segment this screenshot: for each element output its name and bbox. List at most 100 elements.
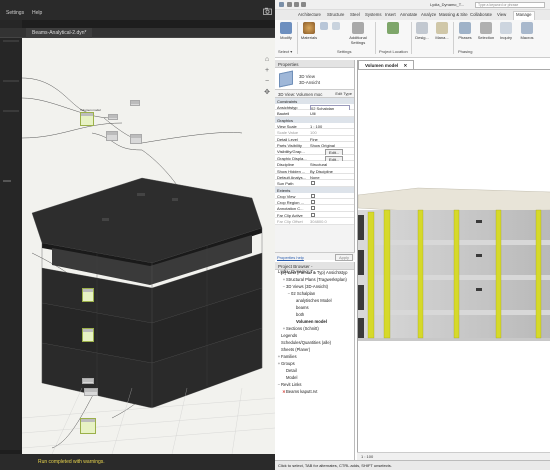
phases-button[interactable]: Phases bbox=[456, 22, 474, 40]
browser-item[interactable]: +Structural Plans (Tragwerksplan) bbox=[275, 277, 354, 284]
location-button[interactable] bbox=[378, 22, 408, 35]
tab-steel[interactable]: Steel bbox=[350, 12, 360, 17]
crop-view-checkbox[interactable] bbox=[311, 193, 315, 198]
node[interactable] bbox=[82, 288, 94, 302]
node[interactable] bbox=[82, 328, 94, 342]
view-tab[interactable]: Volumen model ✕ bbox=[358, 60, 415, 69]
browser-item[interactable]: −02 Schalplan bbox=[275, 291, 354, 298]
browser-item-label: 02 Schalplan bbox=[291, 291, 316, 296]
browser-item[interactable]: Sheets (Planer) bbox=[275, 347, 354, 354]
window-title: Lydia_Dynamo_T... bbox=[430, 2, 465, 7]
selection-button[interactable]: Selection bbox=[476, 22, 496, 40]
model-view[interactable]: Volumen model ✕ bbox=[357, 60, 550, 460]
tab-massing-site[interactable]: Massing & Site bbox=[439, 12, 468, 17]
tab-manage[interactable]: Manage bbox=[513, 11, 535, 20]
prop-row: Sun Path bbox=[275, 180, 354, 187]
design-options-button[interactable]: Desig... bbox=[413, 22, 431, 40]
view-scale[interactable]: 1 : 100 bbox=[361, 454, 373, 459]
manage-label: Mana... bbox=[435, 35, 449, 40]
menu-settings[interactable]: Settings bbox=[6, 10, 24, 16]
search-input[interactable]: Type a keyword or phrase bbox=[475, 2, 545, 8]
node[interactable] bbox=[108, 114, 118, 120]
modify-button[interactable]: Modify bbox=[278, 22, 294, 40]
close-icon[interactable]: ✕ bbox=[403, 63, 407, 68]
home-icon[interactable]: ⌂ bbox=[263, 56, 271, 64]
snaps-button[interactable] bbox=[331, 22, 341, 31]
far-clip-checkbox[interactable] bbox=[311, 212, 315, 217]
browser-item[interactable]: −Revit Links bbox=[275, 382, 354, 389]
inquiry-button[interactable]: Inquiry bbox=[497, 22, 515, 40]
node[interactable] bbox=[84, 388, 98, 396]
materials-icon bbox=[303, 22, 315, 34]
ribbon-panel: Modify Materials Additional Settings Des… bbox=[275, 20, 550, 58]
zoom-out-icon[interactable]: − bbox=[263, 78, 271, 86]
tab-analyze[interactable]: Analyze bbox=[421, 12, 436, 17]
browser-tree: −[o] View (Familie & Typ) Ansichtstyp +St… bbox=[275, 270, 354, 396]
browser-item-label: Beams kaputt.rvt bbox=[286, 389, 318, 394]
building-preview bbox=[31, 177, 263, 409]
zoom-in-icon[interactable]: + bbox=[263, 67, 271, 75]
library-item[interactable] bbox=[3, 40, 19, 42]
manage-project-button[interactable]: Mana... bbox=[433, 22, 451, 40]
instance-selector[interactable]: 3D View: Volumen moc Edit Type bbox=[275, 90, 354, 98]
tab-insert[interactable]: Insert bbox=[385, 12, 396, 17]
undo-icon[interactable] bbox=[301, 2, 306, 7]
node[interactable] bbox=[82, 378, 94, 384]
browser-item[interactable]: both bbox=[275, 312, 354, 319]
type-selector[interactable]: 3D View 3D-Ansicht bbox=[275, 68, 354, 90]
save-icon[interactable] bbox=[294, 2, 299, 7]
tab-view[interactable]: View bbox=[497, 12, 506, 17]
browser-item[interactable]: Volumen model bbox=[275, 319, 354, 326]
browser-item[interactable]: Legends bbox=[275, 333, 354, 340]
globe-icon bbox=[387, 22, 399, 34]
tab-architecture[interactable]: Architecture bbox=[298, 12, 321, 17]
browser-item[interactable]: Model bbox=[275, 375, 354, 382]
select-group-label[interactable]: Select ▾ bbox=[278, 49, 292, 54]
browser-item[interactable]: Schedules/Quantities (alle) bbox=[275, 340, 354, 347]
node[interactable] bbox=[130, 100, 140, 106]
library-item[interactable] bbox=[3, 80, 19, 82]
prop-row: Bauteil Ulli bbox=[275, 110, 354, 117]
properties-header: Properties bbox=[275, 60, 354, 68]
additional-settings-button[interactable]: Additional Settings bbox=[343, 22, 373, 45]
roof-slab bbox=[358, 187, 550, 213]
tab-collaborate[interactable]: Collaborate bbox=[470, 12, 492, 17]
menu-help[interactable]: Help bbox=[32, 10, 42, 16]
annotation-crop-checkbox[interactable] bbox=[311, 206, 315, 211]
browser-item[interactable]: +Sections (Schnitt) bbox=[275, 326, 354, 333]
object-styles-button[interactable] bbox=[319, 22, 329, 31]
library-item[interactable] bbox=[3, 110, 19, 112]
edit-type-button[interactable]: Edit Type bbox=[335, 91, 352, 96]
browser-item[interactable]: +Groups bbox=[275, 361, 354, 368]
library-item[interactable] bbox=[3, 180, 11, 182]
open-icon[interactable] bbox=[287, 2, 292, 7]
browser-item[interactable]: +Families bbox=[275, 354, 354, 361]
pan-icon[interactable]: ✥ bbox=[263, 89, 271, 97]
browser-item-label: Detail bbox=[286, 368, 297, 373]
dynamo-canvas[interactable]: Volumen model Level ⌂ + − ✥ bbox=[22, 38, 275, 454]
node[interactable] bbox=[80, 418, 96, 434]
browser-item[interactable]: analytisches Model bbox=[275, 298, 354, 305]
browser-item[interactable]: ✕Beams kaputt.rvt bbox=[275, 389, 354, 396]
tab-systems[interactable]: Systems bbox=[365, 12, 381, 17]
code-block-node[interactable] bbox=[80, 112, 94, 126]
tab-annotate[interactable]: Annotate bbox=[400, 12, 417, 17]
browser-item[interactable]: −[o] View (Familie & Typ) Ansichtstyp bbox=[275, 270, 354, 277]
browser-item[interactable]: −3D Views (3D-Ansicht) bbox=[275, 284, 354, 291]
browser-item[interactable]: beams bbox=[275, 305, 354, 312]
crop-region-checkbox[interactable] bbox=[311, 200, 315, 205]
tab-structure[interactable]: Structure bbox=[327, 12, 344, 17]
canvas-nav-toolbar: ⌂ + − ✥ bbox=[263, 56, 273, 100]
camera-icon[interactable] bbox=[263, 7, 272, 15]
materials-button[interactable]: Materials bbox=[300, 22, 318, 40]
browser-item[interactable]: Detail bbox=[275, 368, 354, 375]
browser-item-label: Revit Links bbox=[281, 382, 302, 387]
macros-button[interactable]: Macros bbox=[517, 22, 537, 40]
node[interactable] bbox=[130, 134, 142, 144]
workspace-tab[interactable]: Beams-Analytical-2.dyn* bbox=[26, 28, 93, 38]
macros-label: Macros bbox=[520, 35, 534, 40]
sun-path-checkbox[interactable] bbox=[311, 181, 315, 186]
apply-button[interactable]: Apply bbox=[334, 254, 353, 261]
node[interactable] bbox=[106, 131, 118, 141]
properties-help-link[interactable]: Properties help bbox=[277, 255, 304, 260]
